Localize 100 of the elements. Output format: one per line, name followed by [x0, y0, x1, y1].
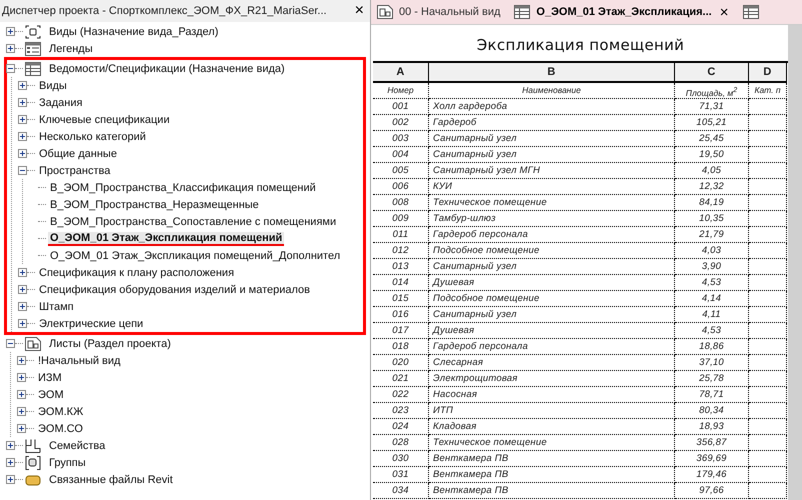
tree-item[interactable]: Спецификация оборудования изделий и материалов [37, 284, 312, 296]
tree-item[interactable]: В_ЭОМ_Пространства_Неразмещенные [48, 198, 261, 210]
tree-item[interactable]: Группы [47, 456, 88, 468]
tree-item[interactable]: Общие данные [37, 148, 119, 160]
tree-item[interactable]: Связанные файлы Revit [47, 474, 175, 486]
table-cell: Санитарный узел [429, 307, 675, 323]
close-icon[interactable]: × [720, 4, 728, 20]
table-cell: 017 [373, 323, 429, 339]
close-button[interactable]: × [352, 3, 366, 19]
expand-toggle[interactable] [18, 132, 27, 141]
table-cell: Санитарный узел МГН [429, 163, 675, 179]
table-cell: 97,66 [675, 483, 749, 499]
expand-toggle[interactable] [17, 373, 26, 382]
expand-toggle[interactable] [6, 441, 15, 450]
collapse-toggle[interactable] [6, 339, 15, 348]
tree-item[interactable]: Легенды [47, 42, 95, 54]
table-cell: 18,86 [675, 339, 749, 355]
expand-toggle[interactable] [18, 115, 27, 124]
expand-toggle[interactable] [6, 27, 15, 36]
tree-item[interactable]: Ключевые спецификации [37, 114, 172, 126]
table-cell: Венткамера ПВ [429, 451, 675, 467]
tree-item[interactable]: В_ЭОМ_Пространства_Классификация помещений [48, 182, 318, 194]
tree-item[interactable]: Ведомости/Спецификации (Назначение вида) [47, 62, 287, 74]
tree-item[interactable]: !Начальный вид [36, 354, 122, 366]
expand-toggle[interactable] [18, 285, 27, 294]
tree-item[interactable]: ЭОМ.КЖ [36, 406, 86, 418]
table-cell: Тамбур-шлюз [429, 211, 675, 227]
expand-toggle[interactable] [6, 458, 15, 467]
table-cell: 25,45 [675, 131, 749, 147]
tree-item[interactable]: Пространства [37, 164, 112, 176]
table-cell: 369,69 [675, 451, 749, 467]
table-cell: 4,05 [675, 163, 749, 179]
table-cell: Санитарный узел [429, 259, 675, 275]
panel-title: Диспетчер проекта - Спорткомплекс_ЭОМ_ФХ_R21_MariaSer... [2, 5, 327, 17]
table-cell: Душевая [429, 323, 675, 339]
table-cell: 19,50 [675, 147, 749, 163]
tree-item[interactable]: ЭОМ [36, 388, 66, 400]
tree-item[interactable]: О_ЭОМ_01 Этаж_Экспликация помещений [48, 232, 284, 246]
table-cell: 37,10 [675, 355, 749, 371]
expand-toggle[interactable] [18, 81, 27, 90]
expand-toggle[interactable] [18, 98, 27, 107]
expand-toggle[interactable] [17, 390, 26, 399]
table-cell: 4,11 [675, 307, 749, 323]
table-cell: Кладовая [429, 419, 675, 435]
table-cell: Гардероб [429, 115, 675, 131]
tree-item[interactable]: Спецификация к плану расположения [37, 266, 236, 278]
tree-item[interactable]: О_ЭОМ_01 Этаж_Экспликация помещений_Дополнител [48, 250, 342, 262]
tree-item[interactable]: Штамп [37, 300, 76, 312]
tree-item[interactable]: В_ЭОМ_Пространства_Сопоставление с помещениями [48, 216, 338, 228]
tree-item[interactable]: Задания [37, 96, 84, 108]
view-tab[interactable]: 00 - Начальный вид [377, 1, 500, 23]
table-icon [514, 5, 530, 19]
expand-toggle[interactable] [18, 319, 27, 328]
tree-item[interactable]: Семейства [47, 440, 108, 452]
tree-item[interactable]: Виды (Назначение вида_Раздел) [47, 26, 220, 38]
table-cell: 10,35 [675, 211, 749, 227]
table-cell: 015 [373, 291, 429, 307]
table-cell: 008 [373, 195, 429, 211]
table-cell: Гардероб персонала [429, 339, 675, 355]
table-cell: 001 [373, 99, 429, 115]
tree-item[interactable]: Электрические цепи [37, 318, 146, 330]
expand-toggle[interactable] [18, 149, 27, 158]
column-letter: D [749, 63, 787, 83]
table-cell: 105,21 [675, 115, 749, 131]
table-cell: 4,53 [675, 275, 749, 291]
table-cell: 021 [373, 371, 429, 387]
expand-toggle[interactable] [17, 424, 26, 433]
table-cell: Подсобное помещение [429, 243, 675, 259]
table-cell: 016 [373, 307, 429, 323]
table-cell: 80,34 [675, 403, 749, 419]
table-cell: Душевая [429, 275, 675, 291]
collapse-toggle[interactable] [18, 166, 27, 175]
collapse-toggle[interactable] [6, 64, 15, 73]
table-cell: 034 [373, 483, 429, 499]
table-cell: Санитарный узел [429, 147, 675, 163]
expand-toggle[interactable] [17, 407, 26, 416]
expand-toggle[interactable] [18, 268, 27, 277]
table-cell: 013 [373, 259, 429, 275]
tree-item[interactable]: ЭОМ.СО [36, 422, 85, 434]
column-letter: B [429, 63, 675, 83]
table-cell: 014 [373, 275, 429, 291]
group-icon [25, 456, 41, 470]
table-cell: Техническое помещение [429, 435, 675, 451]
column-letter: A [373, 63, 429, 83]
tree-item[interactable]: Листы (Раздел проекта) [47, 338, 173, 350]
expand-toggle[interactable] [6, 475, 15, 484]
table-cell: 030 [373, 451, 429, 467]
tree-item[interactable]: Виды [37, 80, 69, 92]
table-cell: 003 [373, 131, 429, 147]
tree-item[interactable]: ИЗМ [36, 372, 64, 384]
table-cell: Насосная [429, 387, 675, 403]
expand-toggle[interactable] [17, 356, 26, 365]
view-tab[interactable]: О_ЭОМ_01 Этаж_Экспликация... × [514, 1, 728, 23]
schedule-title: Экспликация помещений [476, 35, 686, 56]
sheet-icon [25, 336, 41, 350]
tree-item[interactable]: Несколько категорий [37, 130, 148, 142]
expand-toggle[interactable] [6, 44, 15, 53]
column-header: Наименование [429, 83, 675, 99]
table-cell: 21,79 [675, 227, 749, 243]
expand-toggle[interactable] [18, 302, 27, 311]
